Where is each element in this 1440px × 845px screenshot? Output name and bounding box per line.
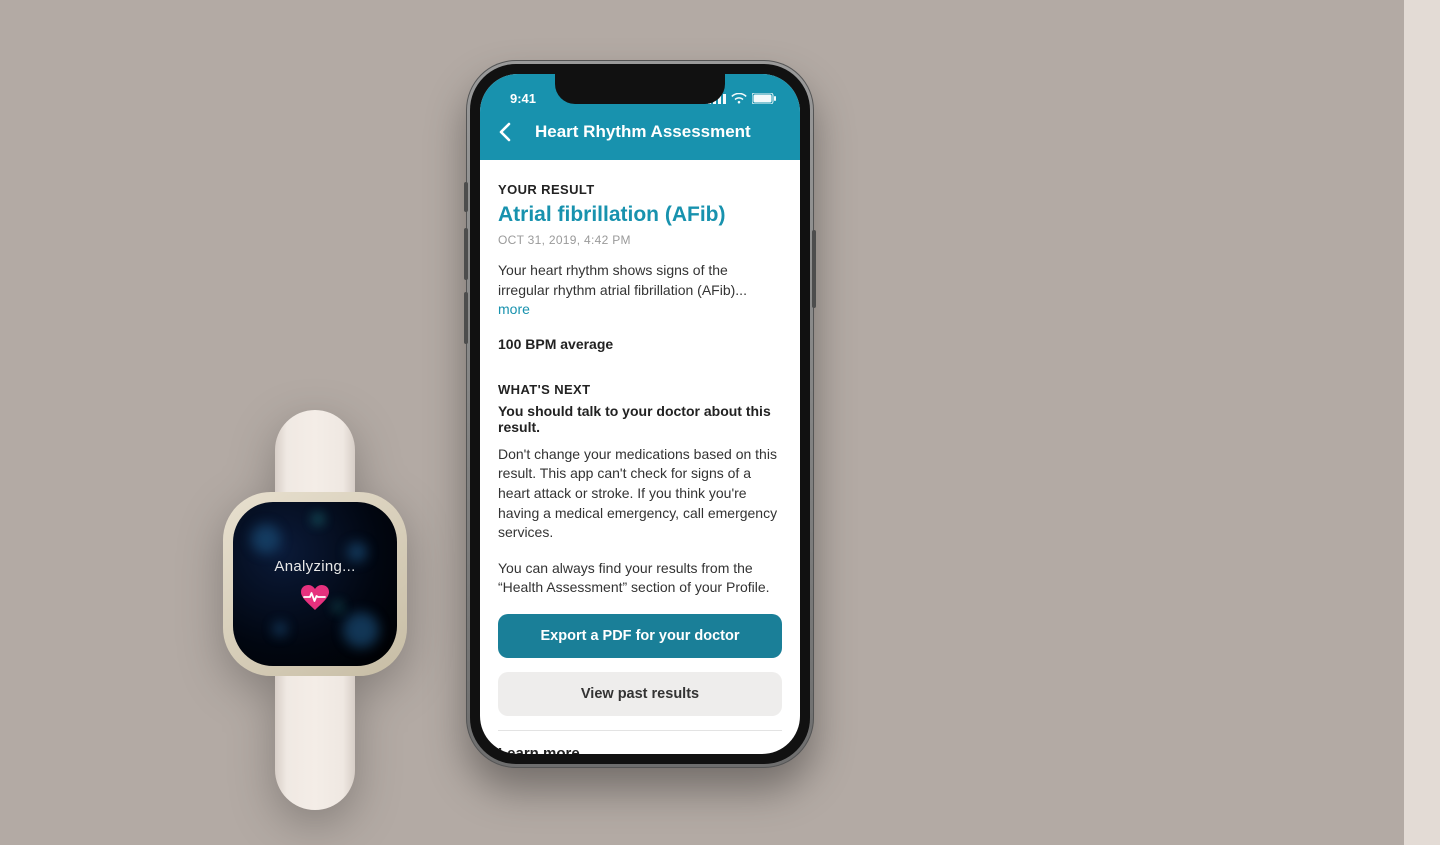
- view-past-results-button[interactable]: View past results: [498, 672, 782, 716]
- divider: [498, 730, 782, 731]
- heart-pulse-icon: [300, 585, 330, 611]
- particle: [334, 603, 342, 611]
- watch-status-text: Analyzing...: [274, 558, 355, 575]
- export-pdf-button[interactable]: Export a PDF for your doctor: [498, 614, 782, 658]
- wifi-icon: [731, 93, 747, 104]
- watch-body: Analyzing...: [223, 492, 407, 676]
- smartwatch-device: Analyzing...: [210, 420, 420, 800]
- watch-strap-bottom: [275, 670, 355, 810]
- learn-more-link[interactable]: Learn more: [498, 745, 782, 754]
- result-label: YOUR RESULT: [498, 182, 782, 197]
- phone-notch: [555, 74, 725, 104]
- whats-next-paragraph-1: Don't change your medications based on t…: [498, 445, 782, 543]
- result-bpm: 100 BPM average: [498, 336, 782, 352]
- more-link[interactable]: more: [498, 301, 530, 317]
- whats-next-headline: You should talk to your doctor about thi…: [498, 403, 782, 435]
- result-diagnosis: Atrial fibrillation (AFib): [498, 203, 782, 227]
- decorative-edge-strip: [1404, 0, 1440, 845]
- back-button[interactable]: [498, 122, 511, 142]
- phone-mute-switch: [464, 182, 468, 212]
- particle: [251, 524, 281, 554]
- whats-next-paragraph-2: You can always find your results from th…: [498, 559, 782, 598]
- result-description: Your heart rhythm shows signs of the irr…: [498, 261, 782, 320]
- particle: [343, 612, 379, 648]
- phone-screen: 9:41: [480, 74, 800, 754]
- phone-side-button: [812, 230, 816, 308]
- battery-icon: [752, 93, 776, 104]
- status-time: 9:41: [510, 91, 536, 106]
- chevron-left-icon: [498, 122, 511, 142]
- particle: [273, 622, 287, 636]
- result-timestamp: OCT 31, 2019, 4:42 PM: [498, 233, 782, 247]
- phone-volume-up: [464, 228, 468, 280]
- phone-device: 9:41: [466, 60, 814, 768]
- particle: [313, 514, 323, 524]
- watch-screen: Analyzing...: [233, 502, 397, 666]
- phone-volume-down: [464, 292, 468, 344]
- whats-next-label: WHAT'S NEXT: [498, 382, 782, 397]
- result-description-text: Your heart rhythm shows signs of the irr…: [498, 262, 747, 298]
- page-title: Heart Rhythm Assessment: [535, 122, 751, 142]
